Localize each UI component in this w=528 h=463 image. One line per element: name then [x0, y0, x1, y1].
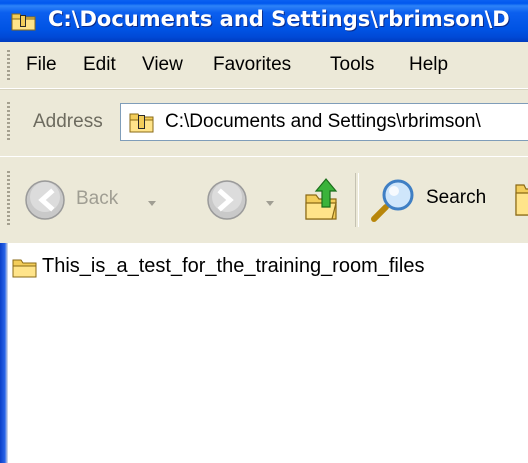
- forward-button[interactable]: [204, 177, 286, 223]
- window-title: C:\Documents and Settings\rbrimson\D: [48, 7, 510, 31]
- address-bar: Address C:\Documents and Settings\rbrims…: [0, 89, 528, 157]
- back-dropdown-icon[interactable]: [146, 193, 158, 212]
- back-arrow-icon: [24, 179, 66, 225]
- menu-help[interactable]: Help: [409, 54, 448, 76]
- folder-up-icon: [302, 177, 342, 227]
- standard-toolbar: Back Search: [0, 156, 528, 244]
- back-button[interactable]: Back: [22, 177, 172, 223]
- folders-icon: [514, 179, 528, 223]
- address-bar-grip[interactable]: [7, 102, 10, 142]
- search-icon: [370, 177, 418, 227]
- menu-bar-grip[interactable]: [7, 50, 10, 80]
- window-left-border: [0, 243, 8, 463]
- menu-edit[interactable]: Edit: [83, 54, 116, 76]
- folder-icon: [12, 257, 38, 279]
- back-label: Back: [76, 188, 119, 209]
- menu-favorites[interactable]: Favorites: [213, 54, 291, 76]
- up-folder-button[interactable]: [298, 175, 344, 225]
- menu-tools[interactable]: Tools: [330, 54, 374, 76]
- search-button[interactable]: Search: [368, 175, 498, 225]
- address-label: Address: [33, 111, 103, 132]
- address-value: C:\Documents and Settings\rbrimson\: [165, 111, 481, 132]
- folder-icon: [129, 110, 155, 134]
- menu-bar: File Edit View Favorites Tools Help: [0, 42, 528, 89]
- file-name: This_is_a_test_for_the_training_room_fil…: [42, 255, 425, 277]
- address-input[interactable]: C:\Documents and Settings\rbrimson\: [120, 103, 528, 141]
- menu-file[interactable]: File: [26, 54, 57, 76]
- folders-button[interactable]: [514, 179, 528, 223]
- folder-icon: [11, 10, 37, 32]
- toolbar-grip[interactable]: [7, 171, 10, 227]
- forward-dropdown-icon[interactable]: [264, 193, 276, 212]
- menu-view[interactable]: View: [142, 54, 183, 76]
- toolbar-separator: [355, 173, 359, 227]
- title-bar[interactable]: C:\Documents and Settings\rbrimson\D: [0, 0, 528, 42]
- forward-arrow-icon: [206, 179, 248, 225]
- search-label: Search: [426, 187, 487, 208]
